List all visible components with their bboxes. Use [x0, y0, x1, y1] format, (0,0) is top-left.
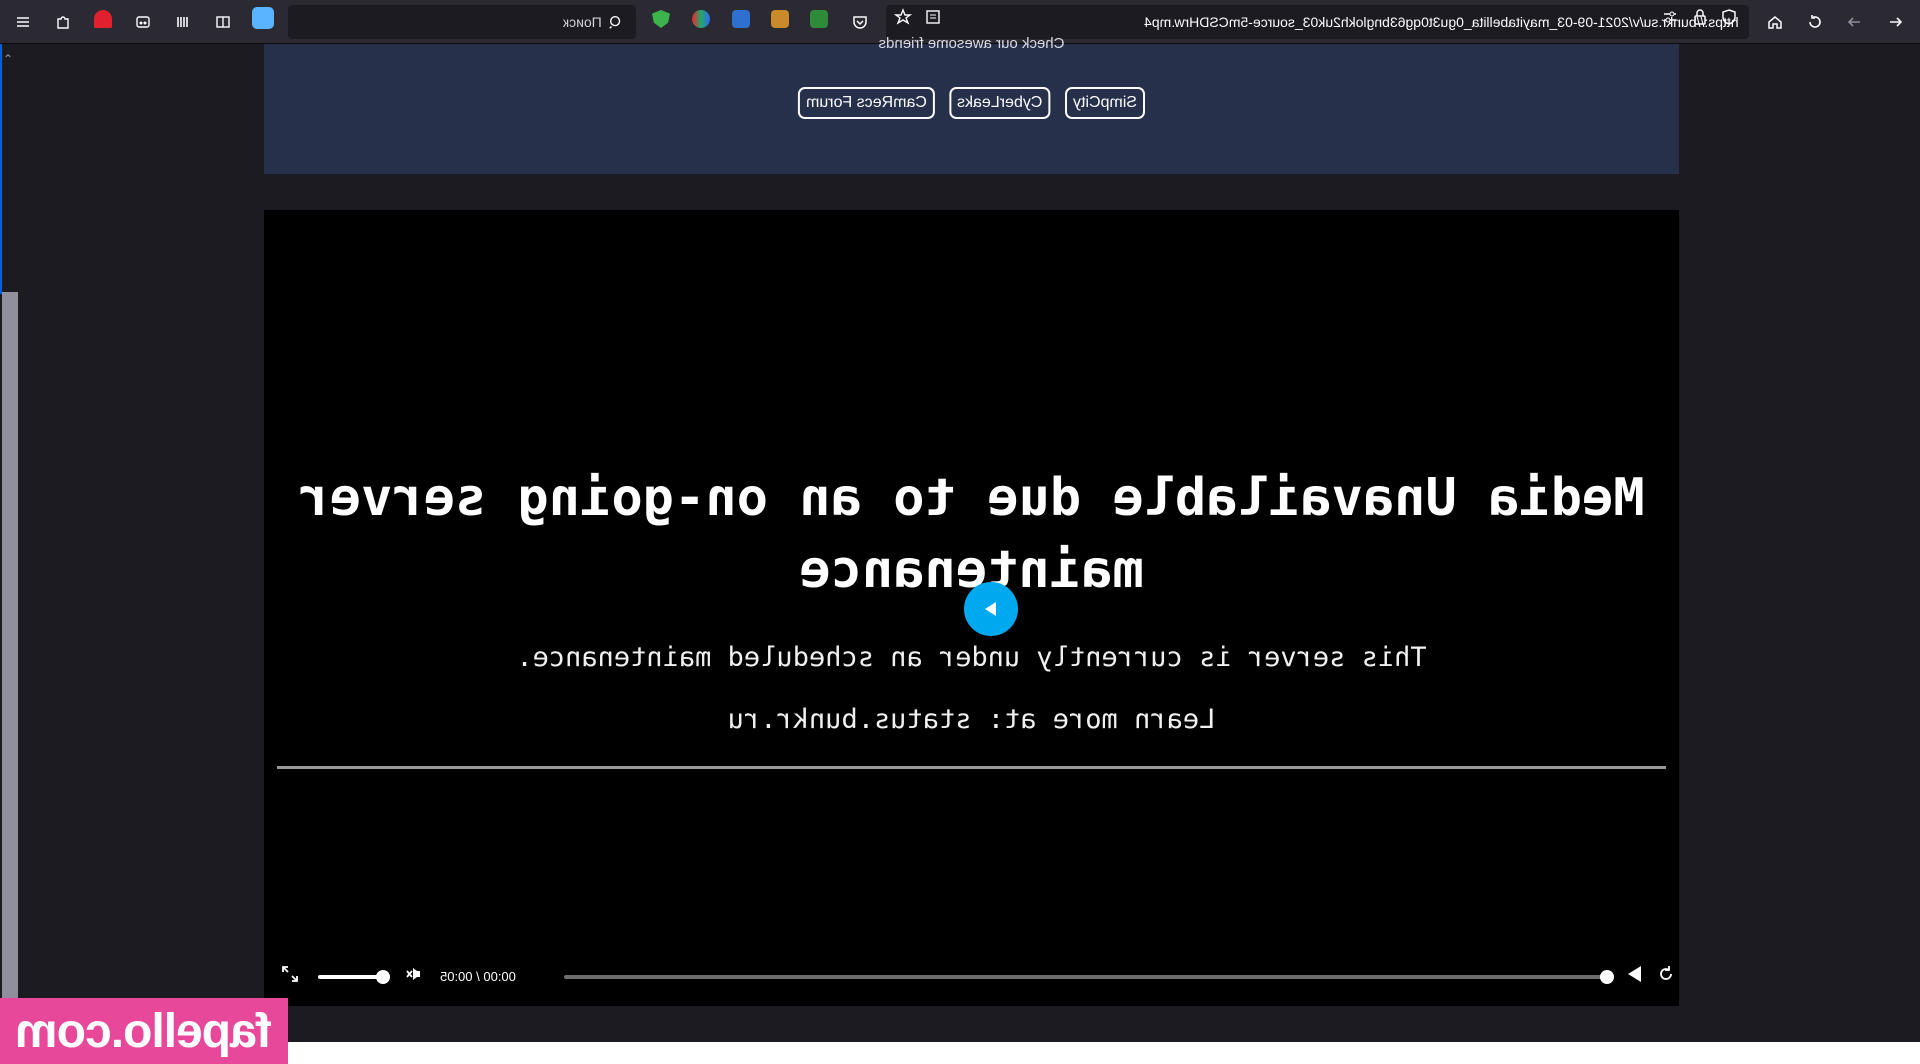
- scroll-up-icon[interactable]: ⌃: [3, 52, 13, 66]
- link-cyberleaks[interactable]: CyberLeaks: [949, 87, 1051, 119]
- mute-icon[interactable]: [404, 964, 424, 989]
- link-camrecs-forum[interactable]: CamRecs Forum: [798, 87, 936, 119]
- big-play-button[interactable]: [964, 582, 1018, 636]
- extension-blue-icon[interactable]: [732, 10, 750, 28]
- extension-multicolor-icon[interactable]: [692, 10, 710, 28]
- shield-icon[interactable]: [1720, 8, 1738, 26]
- page-content: Check our awesome friends CamRecs Forum …: [18, 35, 1920, 1064]
- maintenance-learn-more: Learn more at: status.bunkr.ru: [727, 704, 1216, 735]
- play-control-icon[interactable]: [1626, 964, 1644, 989]
- link-simpcity[interactable]: SimpCity: [1064, 87, 1145, 119]
- forward-icon[interactable]: [1840, 7, 1870, 37]
- progress-bar[interactable]: [564, 975, 1608, 979]
- reader-view-icon[interactable]: [924, 8, 942, 26]
- library-icon[interactable]: [168, 7, 198, 37]
- bookmark-star-icon[interactable]: [894, 8, 912, 26]
- pocket-icon[interactable]: [845, 7, 875, 37]
- fullscreen-icon[interactable]: [280, 964, 300, 989]
- banner-links: CamRecs Forum CyberLeaks SimpCity: [264, 87, 1679, 119]
- friends-banner: Check our awesome friends CamRecs Forum …: [264, 35, 1679, 174]
- permissions-icon[interactable]: [1661, 8, 1679, 26]
- extension-shield-icon[interactable]: [652, 10, 670, 28]
- player-controls: 00:00 / 00:05: [264, 956, 1679, 996]
- extension-fox-icon[interactable]: [771, 10, 789, 28]
- page-footer: [270, 1042, 1920, 1064]
- extensions-puzzle-icon[interactable]: [48, 7, 78, 37]
- progress-knob[interactable]: [1600, 970, 1614, 984]
- private-mode-icon[interactable]: [128, 7, 158, 37]
- search-bar[interactable]: Поиск: [288, 5, 636, 39]
- scrollbar-thumb[interactable]: [2, 292, 18, 1002]
- play-icon: [985, 602, 996, 616]
- search-placeholder: Поиск: [563, 14, 602, 30]
- banner-heading: Check our awesome friends: [878, 35, 1065, 52]
- url-bar[interactable]: https://bunkr.su/v/2021-09-03_mayitabell…: [886, 5, 1749, 39]
- reload-icon[interactable]: [1800, 7, 1830, 37]
- time-display: 00:00 / 00:05: [440, 969, 516, 984]
- search-icon: [609, 15, 621, 29]
- menu-icon[interactable]: [8, 7, 38, 37]
- url-text[interactable]: https://bunkr.su/v/2021-09-03_mayitabell…: [1144, 14, 1739, 30]
- focus-edge: [0, 44, 2, 294]
- replay-icon[interactable]: [1656, 964, 1676, 989]
- back-icon[interactable]: [1880, 7, 1910, 37]
- lock-icon[interactable]: [1691, 8, 1709, 26]
- video-player[interactable]: Media Unavailable due to an on-going ser…: [264, 210, 1679, 1006]
- watermark-logo: fapello.com: [0, 998, 288, 1064]
- home-icon[interactable]: [1760, 7, 1790, 37]
- sidebar-icon[interactable]: [208, 7, 238, 37]
- volume-knob[interactable]: [376, 970, 390, 984]
- divider: [277, 766, 1666, 769]
- profile-extension-icon[interactable]: [252, 7, 274, 29]
- extension-red-icon[interactable]: [94, 10, 112, 28]
- maintenance-subtitle: This server is currently under an schedu…: [516, 642, 1427, 673]
- maintenance-title: Media Unavailable due to an on-going ser…: [298, 468, 1645, 600]
- extension-green-icon[interactable]: [810, 10, 828, 28]
- watermark-text: fapello.com: [16, 1004, 272, 1058]
